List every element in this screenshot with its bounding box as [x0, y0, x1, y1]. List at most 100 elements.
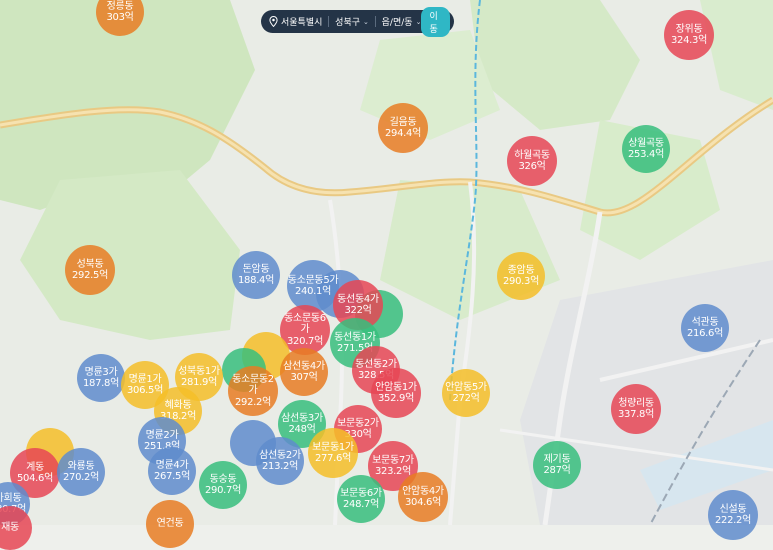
district-label: 성북구	[335, 18, 361, 28]
district-selector[interactable]: 성북구 ⌄	[335, 15, 369, 29]
bubble-price: 270.2억	[62, 472, 100, 483]
map-bubble-samseon2ga[interactable]: 삼선동2가 213.2억	[256, 437, 304, 485]
bubble-name: 삼선동3가	[281, 412, 323, 424]
bubble-price: 323.2억	[374, 466, 412, 477]
bubble-name: 보문동2가	[337, 417, 379, 429]
bubble-price: 306.5억	[126, 385, 164, 396]
bubble-price: 292.5억	[71, 270, 109, 281]
bubble-name: 가회동	[0, 492, 22, 504]
map-bubble-yeongeon[interactable]: 연건동	[146, 500, 194, 548]
bubble-name: 석관동	[691, 316, 719, 328]
bubble-name: 청량리동	[618, 397, 654, 409]
bubble-price: 253.4억	[627, 149, 665, 160]
map-bubble-hawolgok[interactable]: 하월곡동 326억	[507, 136, 557, 186]
bubble-name: 성북동	[76, 258, 104, 270]
bubble-name: 보문동6가	[340, 487, 382, 499]
bubble-name: 안암동1가	[375, 381, 417, 393]
bubble-price: 322억	[344, 305, 372, 316]
bubble-name: 상월곡동	[628, 137, 664, 149]
bubble-name: 동소문동5가	[287, 274, 339, 286]
bubble-name: 안암동4가	[402, 485, 444, 497]
bubble-name: 명륜3가	[84, 366, 118, 378]
bubble-name: 보문동7가	[372, 454, 414, 466]
bubble-price: 504.6억	[16, 473, 54, 484]
map-bubble-dongsomun5ga[interactable]: 동소문동5가 240.1억	[287, 260, 339, 312]
map-bubble-seokgwan[interactable]: 석관동 216.6억	[681, 304, 729, 352]
bubble-name: 성북동1가	[178, 365, 220, 377]
map-bubble-dongsomun2ga[interactable]: 동소문동2가 292.2억	[228, 366, 278, 416]
bubble-price: 213.2억	[261, 461, 299, 472]
bubble-name: 길음동	[389, 116, 417, 128]
bubble-name: 명륜2가	[145, 429, 179, 441]
bubble-name: 동숭동	[209, 473, 237, 485]
bubble-name: 돈암동	[242, 263, 270, 275]
dong-label: 읍/면/동	[381, 18, 413, 28]
bubble-name: 동소문동6가	[284, 312, 326, 336]
map-bubble-anam4ga[interactable]: 안암동4가 304.6억	[398, 472, 448, 522]
bubble-price: 326억	[518, 161, 546, 172]
map-bubble-jangwi[interactable]: 장위동 324.3억	[664, 10, 714, 60]
bubble-name: 정릉동	[106, 0, 134, 12]
bubble-name: 동소문동2가	[232, 373, 274, 397]
bubble-name: 장위동	[675, 23, 703, 35]
bubble-price: 272억	[452, 393, 480, 404]
bubble-name: 신설동	[719, 503, 747, 515]
bubble-price: 290.3억	[502, 276, 540, 287]
bubble-name: 제기동	[543, 453, 571, 465]
bubble-price: 294.4억	[384, 128, 422, 139]
map-bubble-samseon4ga[interactable]: 삼선동4가 307억	[280, 348, 328, 396]
bubble-price: 216.6억	[686, 328, 724, 339]
bubble-price: 307억	[290, 372, 318, 383]
map-bubble-waryong[interactable]: 와룡동 270.2억	[57, 448, 105, 496]
bubble-name: 명륜4가	[155, 459, 189, 471]
bubble-price: 240.1억	[294, 286, 332, 297]
map-bubble-sinseol[interactable]: 신설동 222.2억	[708, 490, 758, 540]
city-selector[interactable]: 서울특별시	[269, 15, 322, 28]
map-bubble-jegi[interactable]: 제기동 287억	[533, 441, 581, 489]
map-bubble-bomun1ga[interactable]: 보문동1가 277.6억	[308, 428, 358, 478]
bubble-name: 명륜1가	[128, 373, 162, 385]
bubble-name: 보문동1가	[312, 441, 354, 453]
map-bubble-jongam[interactable]: 종암동 290.3억	[497, 252, 545, 300]
bubble-price: 248억	[288, 424, 316, 435]
bubble-price: 352.9억	[377, 393, 415, 404]
map-bubble-bomun6ga[interactable]: 보문동6가 248.7억	[337, 475, 385, 523]
bubble-price: 281.9억	[180, 377, 218, 388]
map-bubble-anam5ga[interactable]: 안암동5가 272억	[442, 369, 490, 417]
dong-selector[interactable]: 읍/면/동 ⌄	[381, 15, 422, 29]
map-bubble-myeongryun4ga[interactable]: 명륜4가 267.5억	[148, 447, 196, 495]
move-button[interactable]: 이동	[421, 6, 451, 37]
bubble-name: 와룡동	[67, 460, 95, 472]
bubble-price: 248.7억	[342, 499, 380, 510]
map-bubble-donam[interactable]: 돈암동 188.4억	[232, 251, 280, 299]
bubble-name: 동선동4가	[337, 293, 379, 305]
map-bubble-seongbuk[interactable]: 성북동 292.5억	[65, 245, 115, 295]
bubble-price: 290.7억	[204, 485, 242, 496]
bubble-name: 재동	[1, 522, 19, 534]
bubble-name: 연건동	[156, 518, 184, 530]
location-pin-icon	[269, 16, 278, 27]
bubble-price: 303억	[106, 12, 134, 23]
map-bubble-cheongnyangni[interactable]: 청량리동 337.8억	[611, 384, 661, 434]
bubble-name: 삼선동2가	[259, 449, 301, 461]
bubble-name: 안암동5가	[445, 381, 487, 393]
chevron-down-icon: ⌄	[363, 17, 369, 26]
bubble-name: 혜화동	[164, 399, 192, 411]
bubble-price: 187.8억	[82, 378, 120, 389]
region-selector-bar: 서울특별시 성북구 ⌄ 읍/면/동 ⌄ 이동	[261, 6, 454, 37]
map-bubble-sangwolgok[interactable]: 상월곡동 253.4억	[622, 125, 670, 173]
bubble-price: 292.2억	[234, 396, 272, 408]
map-bubble-anam1ga[interactable]: 안암동1가 352.9억	[371, 368, 421, 418]
bubble-price: 287억	[543, 465, 571, 476]
bubble-price: 188.4억	[237, 275, 275, 286]
bubble-price: 324.3억	[670, 35, 708, 46]
divider	[328, 16, 330, 27]
bubble-price: 267.5억	[153, 471, 191, 482]
map-bubble-dongsung[interactable]: 동숭동 290.7억	[199, 461, 247, 509]
bubble-name: 계동	[26, 461, 44, 473]
map-bubble-gireum[interactable]: 길음동 294.4억	[378, 103, 428, 153]
bubble-price: 277.6억	[314, 453, 352, 464]
bubble-name: 하월곡동	[514, 149, 550, 161]
bubble-name: 삼선동4가	[283, 360, 325, 372]
map-bubble-myeongryun3ga[interactable]: 명륜3가 187.8억	[77, 354, 125, 402]
